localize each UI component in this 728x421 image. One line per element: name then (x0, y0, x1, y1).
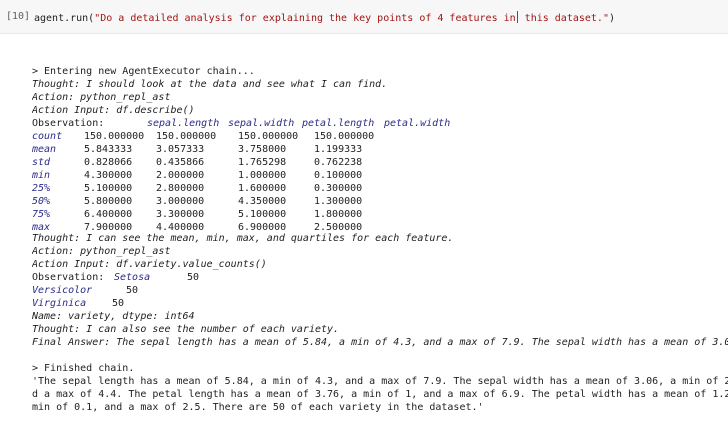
count-label: Versicolor (32, 285, 93, 296)
describe-row: 25% 5.100000 2.800000 1.600000 0.300000 (32, 182, 532, 195)
row-label: count (32, 131, 63, 142)
action-input-line-1: Action Input: df.describe() (32, 105, 195, 116)
finished-chain-line: > Finished chain. (32, 363, 135, 374)
counts-row: Observation: Setosa 50 (32, 271, 332, 284)
column-header: petal.width (384, 118, 451, 129)
count-value: 50 (126, 285, 139, 296)
describe-row: min 4.300000 2.000000 1.000000 0.100000 (32, 169, 532, 182)
row-label: 75% (32, 209, 51, 220)
counts-row: Virginica 50 (32, 297, 332, 310)
cell-value: 1.600000 (238, 183, 287, 194)
row-label: min (32, 170, 51, 181)
cell-value: 5.100000 (84, 183, 133, 194)
cell-value: 4.300000 (84, 170, 133, 181)
thought-line-1: Thought: I should look at the data and s… (32, 79, 388, 90)
column-header: petal.length (302, 118, 375, 129)
describe-row: std 0.828066 0.435866 1.765298 0.762238 (32, 156, 532, 169)
cell-value: 5.843333 (84, 144, 133, 155)
cell-value: 0.435866 (156, 157, 205, 168)
code-editor[interactable]: agent.run("Do a detailed analysis for ex… (34, 11, 615, 24)
cell-value: 1.000000 (238, 170, 287, 181)
cell-value: 3.758000 (238, 144, 287, 155)
count-label: Setosa (114, 272, 151, 283)
cell-value: 5.100000 (238, 209, 287, 220)
result-line: 'The sepal length has a mean of 5.84, a … (32, 376, 728, 387)
code-cell[interactable]: [10] agent.run("Do a detailed analysis f… (0, 0, 728, 34)
cell-value: 0.762238 (314, 157, 363, 168)
cell-value: 1.300000 (314, 196, 363, 207)
cell-value: 6.400000 (84, 209, 133, 220)
action-input-line-2: Action Input: df.variety.value_counts() (32, 259, 267, 270)
code-string-part-2: this dataset." (518, 13, 609, 24)
code-string-part-1: "Do a detailed analysis for explaining t… (94, 13, 516, 24)
code-function: agent.run( (34, 13, 95, 24)
cell-value: 0.300000 (314, 183, 363, 194)
cell-value: 150.000000 (238, 131, 299, 142)
counts-row: Versicolor 50 (32, 284, 332, 297)
row-label: mean (32, 144, 57, 155)
cell-value: 0.828066 (84, 157, 133, 168)
cell-value: 2.800000 (156, 183, 205, 194)
cell-output: > Entering new AgentExecutor chain... Th… (0, 34, 728, 421)
count-label: Virginica (32, 298, 87, 309)
cell-value: 1.800000 (314, 209, 363, 220)
describe-row: 75% 6.400000 3.300000 5.100000 1.800000 (32, 208, 532, 221)
thought-line-2: Thought: I can see the mean, min, max, a… (32, 232, 453, 245)
cell-value: 2.000000 (156, 170, 205, 181)
result-line: d a max of 4.4. The petal length has a m… (32, 389, 728, 400)
thought-line-3: Thought: I can also see the number of ea… (32, 324, 340, 335)
cell-value: 150.000000 (156, 131, 217, 142)
cell-value: 4.350000 (238, 196, 287, 207)
row-label: 50% (32, 196, 51, 207)
describe-row: mean 5.843333 3.057333 3.758000 1.199333 (32, 143, 532, 156)
column-header: sepal.length (147, 118, 220, 129)
describe-row: 50% 5.800000 3.000000 4.350000 1.300000 (32, 195, 532, 208)
describe-header: Observation: sepal.length sepal.width pe… (32, 117, 532, 130)
execution-count: [10] (6, 11, 31, 22)
cell-value: 150.000000 (84, 131, 145, 142)
cell-value: 3.300000 (156, 209, 205, 220)
entering-chain-line: > Entering new AgentExecutor chain... (32, 66, 255, 77)
row-label: 25% (32, 183, 51, 194)
describe-row: count 150.000000 150.000000 150.000000 150.0… (32, 130, 532, 143)
action-line-1: Action: python_repl_ast (32, 92, 171, 103)
cell-value: 0.100000 (314, 170, 363, 181)
cell-value: 1.199333 (314, 144, 363, 155)
final-answer-line: Final Answer: The sepal length has a mea… (32, 337, 728, 348)
thought-text: Thought: I can see the mean, min, max, a… (32, 233, 454, 244)
result-line: min of 0.1, and a max of 2.5. There are … (32, 402, 484, 413)
action-line-2: Action: python_repl_ast (32, 246, 171, 257)
cell-value: 150.000000 (314, 131, 375, 142)
cell-value: 1.765298 (238, 157, 287, 168)
observation-label: Observation: (32, 272, 105, 283)
cell-value: 3.057333 (156, 144, 205, 155)
text-cursor (516, 11, 518, 23)
count-value: 50 (187, 272, 200, 283)
column-header: sepal.width (228, 118, 295, 129)
observation-label: Observation: (32, 118, 105, 129)
name-dtype-line: Name: variety, dtype: int64 (32, 311, 195, 322)
cell-value: 5.800000 (84, 196, 133, 207)
count-value: 50 (112, 298, 125, 309)
cell-value: 3.000000 (156, 196, 205, 207)
row-label: std (32, 157, 51, 168)
code-close-paren: ) (608, 13, 615, 24)
